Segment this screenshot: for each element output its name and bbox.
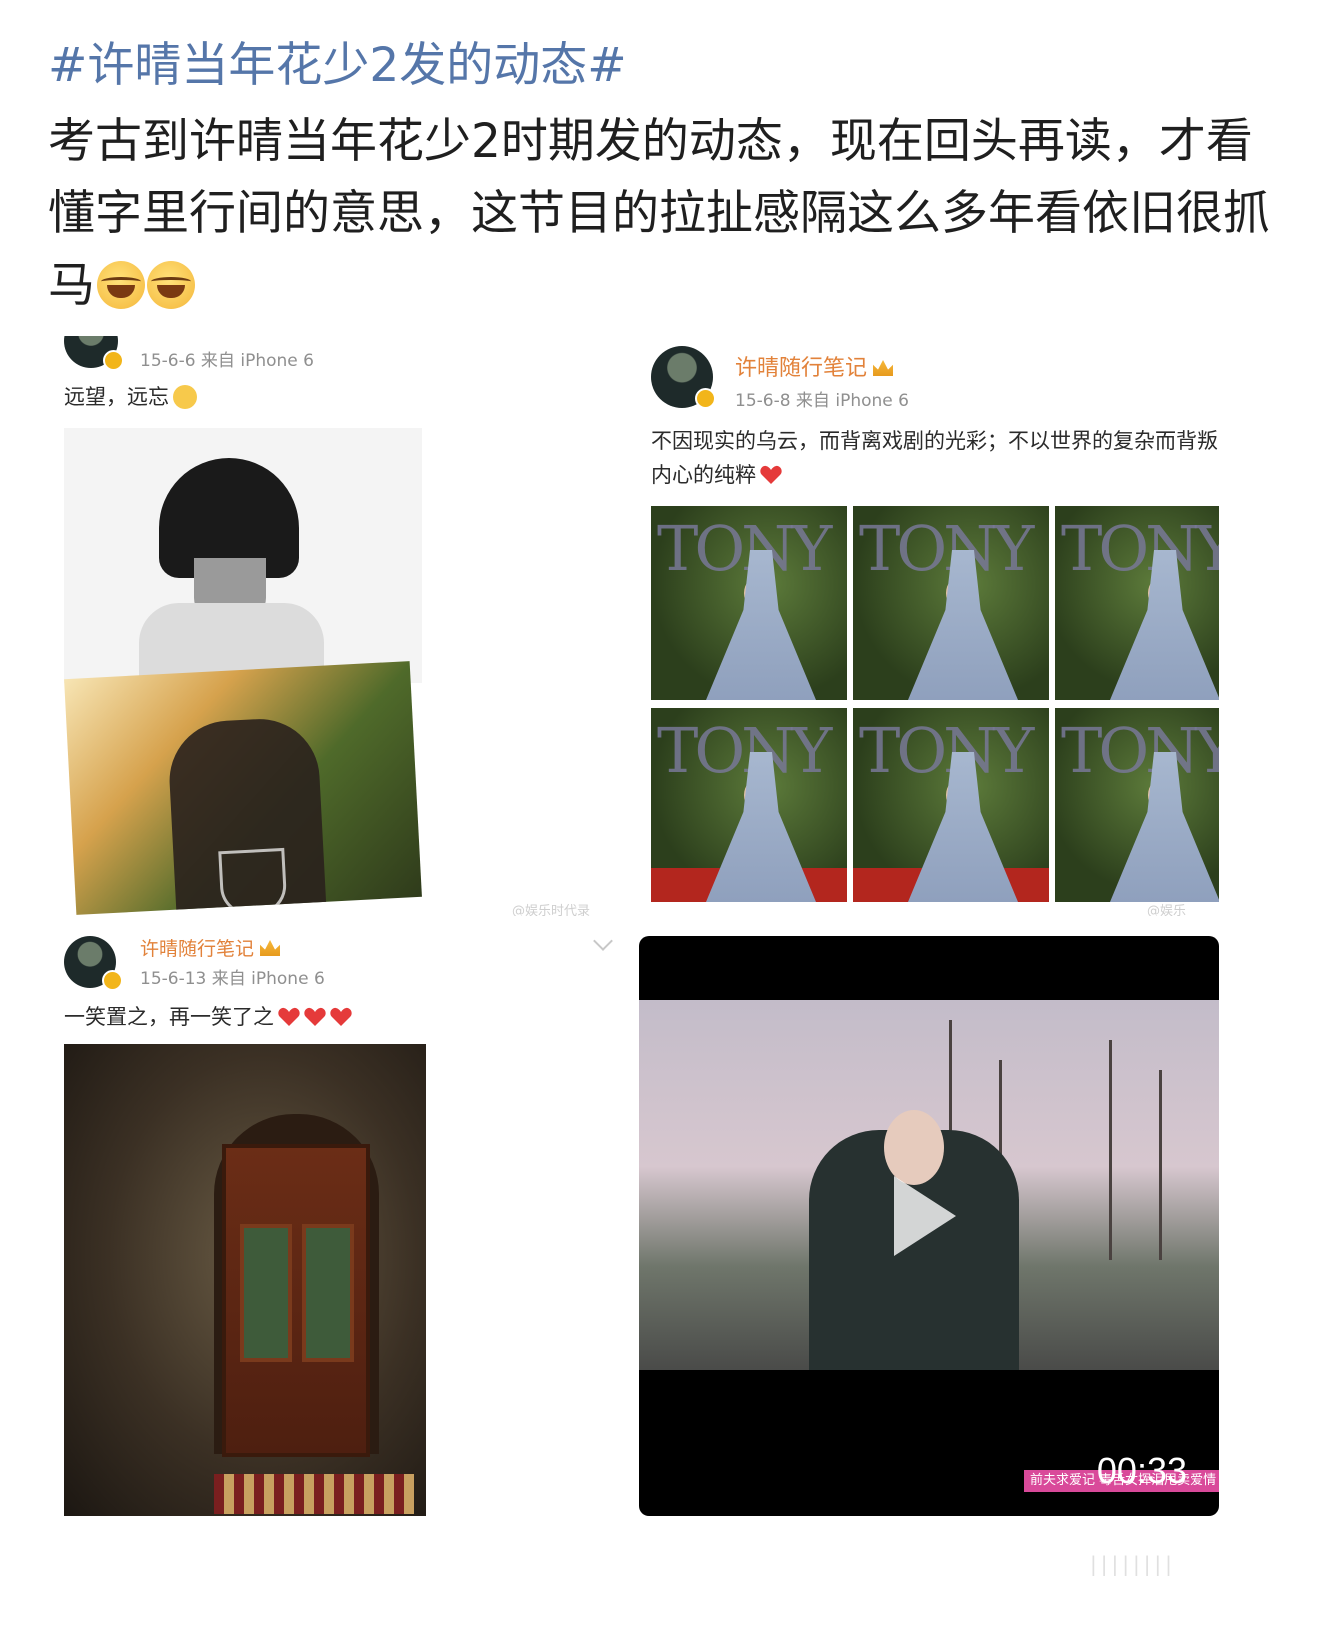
username: 许晴随行笔记 <box>140 934 281 961</box>
image-2[interactable]: 许晴随行笔记 15-6-8 来自 iPhone 6 不因现实的乌云，而背离戏剧的… <box>639 336 1219 916</box>
hashtag-topic[interactable]: #许晴当年花少2发的动态# <box>48 36 627 96</box>
post-body: 考古到许晴当年花少2时期发的动态，现在回头再读，才看懂字里行间的意思，这节目的拉… <box>48 106 1278 322</box>
photo-tony-2: TONY <box>853 506 1049 700</box>
verified-badge-icon <box>103 350 124 371</box>
photo-tony-4: TONY <box>651 708 847 902</box>
image-3[interactable]: 许晴随行笔记 15-6-13 来自 iPhone 6 一笑置之，再一笑了之 <box>48 926 628 1516</box>
video-player[interactable]: 前夫求爱记 毒舌女挥泪甩卖爱情 00:33 <box>639 936 1219 1516</box>
photo-boy-back <box>64 428 422 683</box>
crown-icon <box>260 940 281 956</box>
photo-tony-1: TONY <box>651 506 847 700</box>
watermark-bottom: |||||||| <box>1090 1552 1176 1576</box>
post-text: 远望，远忘 <box>64 380 197 414</box>
post-text: 考古到许晴当年花少2时期发的动态，现在回头再读，才看懂字里行间的意思，这节目的拉… <box>48 114 1270 313</box>
heart-icon <box>278 1007 300 1027</box>
grinning-tears-icon <box>97 261 145 309</box>
photo-tony-5: TONY <box>853 708 1049 902</box>
photo-tony-3: TONY <box>1055 506 1219 700</box>
post-meta: 15-6-8 来自 iPhone 6 <box>735 391 909 411</box>
verified-badge-icon <box>102 970 123 991</box>
post-text: 一笑置之，再一笑了之 <box>64 1000 352 1034</box>
post-meta: 15-6-6 来自 iPhone 6 <box>140 351 314 371</box>
verified-badge-icon <box>695 388 716 409</box>
heart-icon <box>304 1007 326 1027</box>
post-meta: 15-6-13 来自 iPhone 6 <box>140 969 325 989</box>
crown-icon <box>873 360 894 376</box>
photo-sunlight <box>64 661 422 915</box>
grinning-tears-icon <box>147 261 195 309</box>
photo-cave-door <box>64 1044 426 1516</box>
heart-icon <box>760 465 782 485</box>
username: 许晴随行笔记 <box>735 350 894 382</box>
watermark: @娱乐 <box>1147 904 1187 916</box>
image-1[interactable]: 15-6-6 来自 iPhone 6 远望，远忘 @娱乐时代录 <box>48 336 628 916</box>
smile-icon <box>173 385 197 409</box>
watermark: @娱乐时代录 <box>512 904 591 916</box>
heart-icon <box>330 1007 352 1027</box>
photo-tony-6: TONY <box>1055 708 1219 902</box>
video-duration: 00:33 <box>1096 1450 1187 1491</box>
play-icon[interactable] <box>894 1176 956 1256</box>
post-text: 不因现实的乌云，而背离戏剧的光彩；不以世界的复杂而背叛内心的纯粹 <box>651 429 1218 487</box>
